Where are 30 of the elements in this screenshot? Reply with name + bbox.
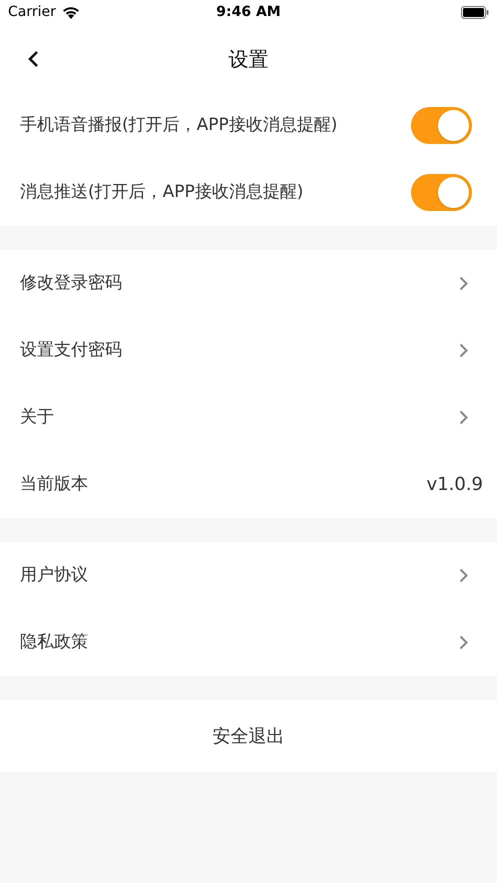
settings-row[interactable]: 用户协议 (0, 542, 497, 609)
row-label: 用户协议 (20, 564, 88, 587)
row-label: 修改登录密码 (20, 272, 122, 295)
chevron-right-icon (459, 635, 468, 650)
row-label: 隐私政策 (20, 630, 88, 654)
chevron-right-icon (459, 343, 468, 358)
logout-button[interactable]: 安全退出 (0, 700, 497, 772)
chevron-right-icon (459, 410, 468, 425)
settings-row[interactable]: 手机语音播报(打开后，APP接收消息提醒) (0, 92, 497, 159)
row-label: 设置支付密码 (20, 338, 122, 362)
settings-row[interactable]: 修改登录密码 (0, 250, 497, 317)
toggle-switch[interactable] (411, 174, 472, 211)
settings-row[interactable]: 设置支付密码 (0, 317, 497, 384)
toggle-switch[interactable] (411, 107, 472, 144)
carrier-label: Carrier (8, 3, 56, 22)
settings-row[interactable]: 消息推送(打开后，APP接收消息提醒) (0, 159, 497, 226)
settings-row[interactable]: 隐私政策 (0, 609, 497, 676)
version-value: v1.0.9 (426, 473, 483, 497)
row-label: 消息推送(打开后，APP接收消息提醒) (20, 180, 304, 204)
settings-row[interactable]: 关于 (0, 384, 497, 451)
row-label: 当前版本 (20, 472, 88, 496)
chevron-right-icon (459, 568, 468, 583)
battery-icon (461, 6, 489, 19)
back-icon[interactable] (27, 50, 39, 68)
chevron-right-icon (459, 276, 468, 291)
wifi-icon (62, 6, 80, 19)
row-label: 手机语音播报(打开后，APP接收消息提醒) (20, 114, 338, 137)
page-title: 设置 (228, 46, 268, 72)
status-time: 9:46 AM (216, 3, 281, 22)
row-label: 关于 (20, 406, 54, 429)
